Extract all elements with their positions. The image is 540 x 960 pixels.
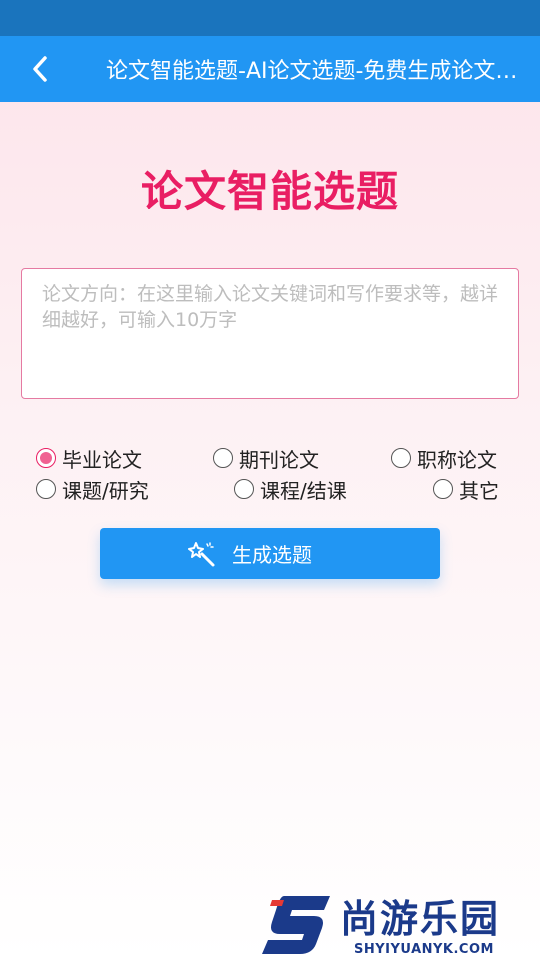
topic-input-container bbox=[21, 268, 519, 399]
watermark-url: SHYIYUANYK.COM bbox=[354, 942, 494, 957]
status-bar bbox=[0, 0, 540, 36]
radio-circle bbox=[213, 448, 233, 468]
radio-circle bbox=[391, 448, 411, 468]
radio-other[interactable]: 其它 bbox=[433, 476, 499, 503]
site-watermark: 尚游乐园 SHYIYUANYK.COM bbox=[262, 888, 540, 960]
radio-label: 毕业论文 bbox=[62, 447, 142, 472]
radio-graduation-thesis[interactable]: 毕业论文 bbox=[36, 445, 142, 472]
back-button[interactable] bbox=[0, 36, 82, 102]
radio-circle bbox=[36, 448, 56, 468]
radio-circle bbox=[234, 479, 254, 499]
nav-title: 论文智能选题-AI论文选题-免费生成论文选题 bbox=[106, 59, 526, 84]
radio-label: 职称论文 bbox=[417, 447, 497, 472]
radio-title-paper[interactable]: 职称论文 bbox=[391, 445, 497, 472]
radio-circle bbox=[433, 479, 453, 499]
page-title: 论文智能选题 bbox=[140, 167, 399, 216]
radio-journal-paper[interactable]: 期刊论文 bbox=[213, 445, 319, 472]
topic-input[interactable] bbox=[22, 269, 518, 398]
magic-wand-icon bbox=[188, 540, 216, 568]
generate-button-label: 生成选题 bbox=[232, 543, 312, 567]
radio-label: 课题/研究 bbox=[62, 478, 149, 503]
radio-label: 课程/结课 bbox=[260, 478, 347, 503]
radio-label: 其它 bbox=[459, 478, 499, 503]
radio-project-research[interactable]: 课题/研究 bbox=[36, 476, 149, 503]
brand-logo-icon bbox=[262, 896, 330, 954]
nav-bar: 论文智能选题-AI论文选题-免费生成论文选题 bbox=[0, 36, 540, 102]
generate-topic-button[interactable]: 生成选题 bbox=[100, 528, 440, 579]
radio-label: 期刊论文 bbox=[239, 447, 319, 472]
watermark-brand: 尚游乐园 bbox=[340, 897, 501, 941]
radio-circle bbox=[36, 479, 56, 499]
radio-course[interactable]: 课程/结课 bbox=[234, 476, 347, 503]
chevron-left-icon bbox=[33, 56, 47, 82]
